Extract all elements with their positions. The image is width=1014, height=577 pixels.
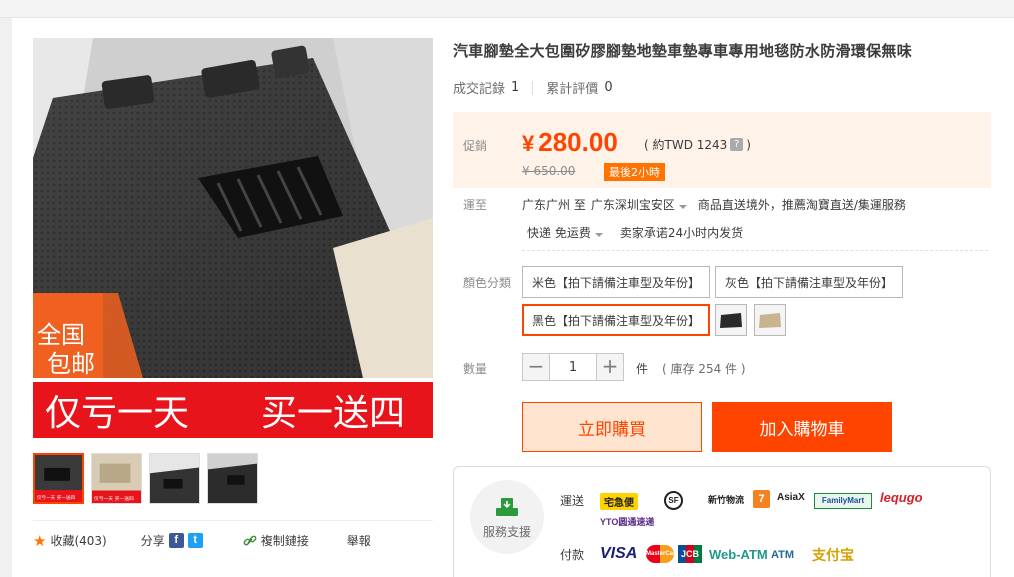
logo-seven-eleven: 7 xyxy=(753,490,770,508)
quantity-minus-button[interactable]: − xyxy=(522,353,550,381)
logo-jcb: JCB xyxy=(678,545,702,563)
shipping-route: 广东广州 至 广东深圳宝安区 商品直送境外，推薦淘寶直送/集運服務 xyxy=(522,196,906,213)
price-amount: 280.00 xyxy=(538,127,618,157)
promo-price: ¥ 280.00 xyxy=(522,127,618,158)
color-option-beige[interactable]: 米色【拍下請備注車型及年份】 xyxy=(522,266,711,298)
link-icon xyxy=(243,535,257,545)
copy-link-button[interactable]: 複制鏈接 xyxy=(243,532,309,549)
report-label: 舉報 xyxy=(346,534,371,548)
thumbnail-2[interactable]: 仅亏一天 买一送四 xyxy=(91,453,142,504)
color-label: 顏色分類 xyxy=(463,276,512,290)
service-shipping-label: 運送 xyxy=(560,494,585,508)
service-support-label: 服務支援 xyxy=(482,525,531,539)
add-to-cart-button[interactable]: 加入購物車 xyxy=(712,402,892,452)
logo-asiax: AsiaX xyxy=(777,492,805,503)
main-product-image[interactable]: 全国 包邮 仅亏一天 买一送四 xyxy=(33,38,433,438)
banner-right-text: 买一送四 xyxy=(261,393,405,434)
quantity-unit: 件 xyxy=(636,362,649,376)
approx-text: ( 約TWD 1243 xyxy=(644,138,728,152)
badge-line2: 包邮 xyxy=(47,350,95,378)
reviews-count: 0 xyxy=(604,80,613,95)
logo-takkyubin: 宅急便 xyxy=(600,493,638,510)
logo-mastercard: MasterCard xyxy=(646,545,679,563)
ship-from: 广东广州 至 xyxy=(522,198,586,212)
logo-web-atm: Web-ATM xyxy=(709,547,768,562)
ship-to: 广东深圳宝安区 xyxy=(590,198,675,212)
star-icon: ★ xyxy=(33,531,47,550)
help-icon[interactable]: ? xyxy=(730,138,744,151)
quantity-stepper: − + xyxy=(522,353,624,381)
color-option-gray[interactable]: 灰色【拍下請備注車型及年份】 xyxy=(715,266,904,298)
logo-yto: YTO圆通速递 xyxy=(600,517,655,527)
shipping-method-row: 快递 免运费 卖家承诺24小时内发货 xyxy=(527,224,743,241)
quantity-input[interactable] xyxy=(550,353,596,381)
car-mat-photo: 全国 包邮 仅亏一天 买一送四 xyxy=(33,38,433,438)
facebook-icon[interactable]: f xyxy=(168,533,184,548)
price-approx: ( 約TWD 1243 ? ) xyxy=(644,136,751,153)
color-option-black[interactable]: 黑色【拍下請備注車型及年份】 xyxy=(522,304,711,336)
chevron-down-icon xyxy=(678,205,687,209)
logo-hct: 新竹物流 xyxy=(708,495,745,505)
top-bar xyxy=(0,0,1014,18)
share-label: 分享 xyxy=(140,534,165,548)
logo-atm: ATM xyxy=(771,549,795,561)
thumbnail-strip: 仅亏一天 买一送四 仅亏一天 买一送四 xyxy=(33,453,258,504)
logo-familymart: FamilyMart xyxy=(814,493,872,509)
chevron-down-icon xyxy=(594,233,603,237)
twitter-icon[interactable]: t xyxy=(187,533,203,548)
sales-count: 1 xyxy=(511,80,520,95)
copy-link-label: 複制鏈接 xyxy=(260,534,309,548)
ship-to-select[interactable]: 广东深圳宝安区 xyxy=(591,196,687,213)
promo-countdown-badge: 最後2小時 xyxy=(604,163,665,181)
product-stats: 成交記錄 1 累計評價 0 xyxy=(453,78,613,97)
reviews-label[interactable]: 累計評價 xyxy=(546,78,598,97)
banner-left-text: 仅亏一天 xyxy=(45,393,189,434)
thumbnail-3[interactable] xyxy=(149,453,200,504)
favorite-label: 收藏(403) xyxy=(50,534,107,548)
product-title: 汽車腳墊全大包圍矽膠腳墊地墊車墊專車專用地毯防水防滑環保無味 xyxy=(453,42,913,60)
stock-count: ( 庫存 254 件 ) xyxy=(662,362,746,376)
swatch-beige[interactable] xyxy=(754,304,786,336)
support-icon xyxy=(496,498,518,516)
stats-divider xyxy=(532,80,534,95)
thumbnail-1[interactable]: 仅亏一天 买一送四 xyxy=(33,453,84,504)
report-link[interactable]: 舉報 xyxy=(347,532,371,549)
service-support-circle[interactable] xyxy=(470,480,544,554)
quantity-plus-button[interactable]: + xyxy=(596,353,624,381)
thumbnail-4[interactable] xyxy=(207,453,258,504)
original-price: ¥ 650.00 xyxy=(522,164,576,178)
logo-sf: SF xyxy=(664,491,683,510)
swatch-black[interactable] xyxy=(715,304,747,336)
share-group: 分享 f t xyxy=(141,532,203,549)
price-label: 促銷 xyxy=(463,139,488,153)
ship-method-select[interactable]: 快递 免运费 xyxy=(527,224,603,241)
ship-promise: 卖家承诺24小时内发货 xyxy=(619,226,744,240)
currency-symbol: ¥ xyxy=(522,131,535,156)
ship-method: 快递 免运费 xyxy=(527,226,591,240)
divider xyxy=(522,250,988,251)
ship-note: 商品直送境外，推薦淘寶直送/集運服務 xyxy=(697,198,906,212)
logo-visa: VISA xyxy=(600,545,638,562)
social-bar: ★ 收藏(403) 分享 f t 複制鏈接 舉報 xyxy=(33,520,433,560)
sales-label: 成交記錄 xyxy=(453,82,506,97)
approx-close: ) xyxy=(746,137,751,152)
buy-now-button[interactable]: 立即購買 xyxy=(522,402,702,452)
service-payment-label: 付款 xyxy=(560,548,585,562)
logo-alipay: 支付宝 xyxy=(812,547,854,563)
badge-line1: 全国 xyxy=(37,321,85,349)
favorite-button[interactable]: ★ 收藏(403) xyxy=(33,532,107,550)
quantity-label: 數量 xyxy=(463,362,488,376)
shipping-label: 運至 xyxy=(463,198,488,212)
logo-lequgo: lequgo xyxy=(880,490,923,505)
